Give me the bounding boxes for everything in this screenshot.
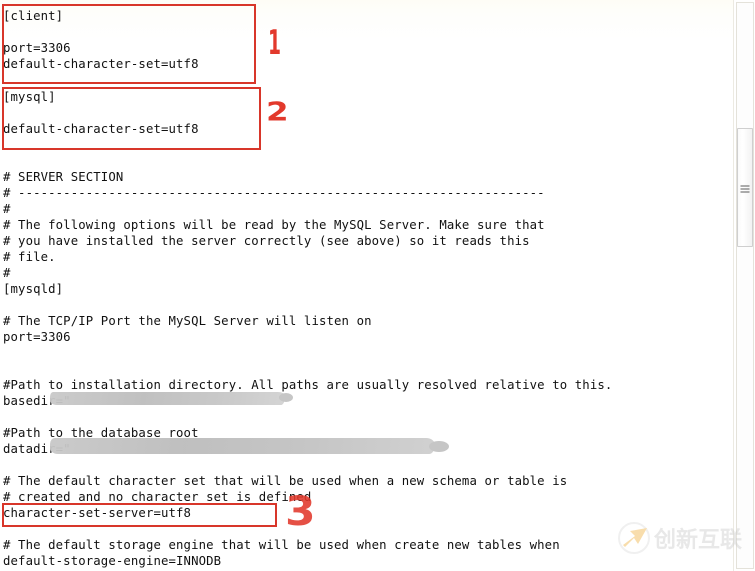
editor-window: [client] port=3306 default-character-set=u…: [0, 0, 755, 571]
code-line: # file.: [3, 250, 56, 264]
code-line: #Path to installation directory. All pat…: [3, 378, 613, 392]
code-line: default-storage-engine=INNODB: [3, 554, 222, 568]
code-line: # The default character set that will be…: [3, 474, 568, 488]
scrollbar-grip-icon: [740, 183, 750, 192]
code-line: # SERVER SECTION: [3, 170, 124, 184]
code-line: # --------------------------------------…: [3, 186, 545, 200]
code-line: #Path to the database root: [3, 426, 199, 440]
code-line: default-character-set=utf8: [3, 122, 199, 136]
code-line: character-set-server=utf8: [3, 506, 192, 520]
code-line: # The default storage engine that will b…: [3, 538, 560, 552]
code-line: # The following options will be read by …: [3, 218, 545, 232]
scrollbar-track[interactable]: [736, 2, 754, 569]
code-line: port=3306: [3, 330, 71, 344]
code-line: #: [3, 266, 11, 280]
vertical-scrollbar[interactable]: [733, 0, 755, 571]
code-line: [mysql]: [3, 90, 56, 104]
code-line: default-character-set=utf8: [3, 57, 199, 71]
code-line: port=3306: [3, 41, 71, 55]
code-line: # created and no character set is define…: [3, 490, 312, 504]
code-line: [client]: [3, 9, 64, 23]
code-line: [mysqld]: [3, 282, 64, 296]
scrollbar-thumb[interactable]: [737, 128, 753, 247]
code-line: # you have installed the server correctl…: [3, 234, 530, 248]
code-line: #: [3, 202, 11, 216]
config-file-text-area[interactable]: [client] port=3306 default-character-set=u…: [0, 0, 733, 571]
code-line: basedir=": [3, 394, 71, 408]
code-line: # The TCP/IP Port the MySQL Server will …: [3, 314, 372, 328]
code-line: datadir=": [3, 442, 71, 456]
